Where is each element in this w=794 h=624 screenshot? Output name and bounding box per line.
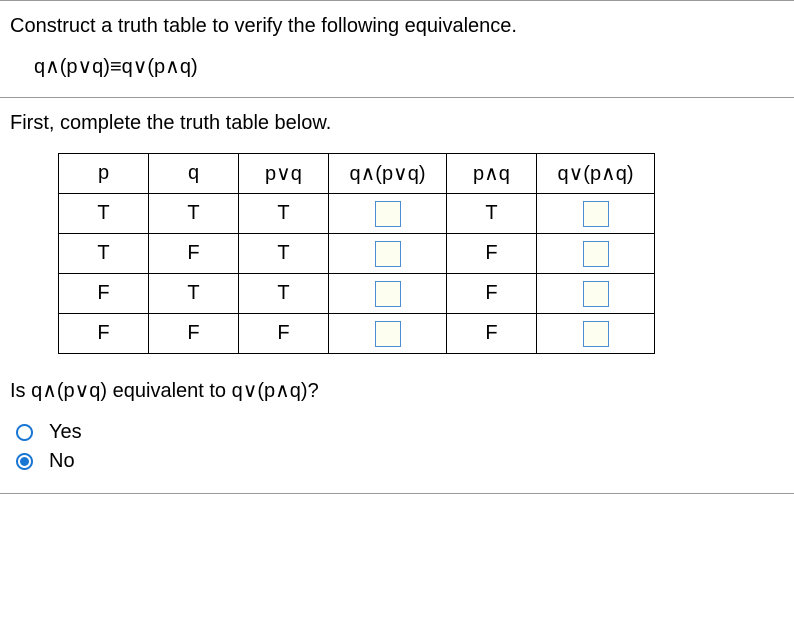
radio-dot-icon	[20, 457, 29, 466]
cell-paq: F	[447, 314, 537, 354]
table-row: T F T F	[59, 234, 655, 274]
truth-input[interactable]	[375, 321, 401, 347]
radio-circle-icon	[16, 424, 33, 441]
cell-pvq: T	[239, 234, 329, 274]
prompt-text: Construct a truth table to verify the fo…	[10, 15, 784, 38]
radio-no-label: No	[49, 450, 75, 473]
truth-input[interactable]	[583, 281, 609, 307]
header-qapvq: q∧(p∨q)	[329, 154, 447, 194]
truth-input[interactable]	[583, 321, 609, 347]
header-paq: p∧q	[447, 154, 537, 194]
header-p: p	[59, 154, 149, 194]
radio-group: Yes No	[10, 421, 784, 473]
cell-q: F	[149, 314, 239, 354]
radio-yes[interactable]: Yes	[10, 421, 784, 444]
radio-yes-label: Yes	[49, 421, 82, 444]
cell-qvpaq-input	[537, 194, 655, 234]
cell-q: T	[149, 274, 239, 314]
cell-qvpaq-input	[537, 234, 655, 274]
cell-paq: T	[447, 194, 537, 234]
radio-no[interactable]: No	[10, 450, 784, 473]
cell-qapvq-input	[329, 274, 447, 314]
table-row: F T T F	[59, 274, 655, 314]
truth-table: p q p∨q q∧(p∨q) p∧q q∨(p∧q) T T T T T F …	[58, 153, 655, 354]
cell-p: F	[59, 274, 149, 314]
radio-circle-icon	[16, 453, 33, 470]
cell-pvq: T	[239, 194, 329, 234]
header-pvq: p∨q	[239, 154, 329, 194]
cell-qvpaq-input	[537, 274, 655, 314]
truth-input[interactable]	[375, 281, 401, 307]
cell-q: F	[149, 234, 239, 274]
cell-paq: F	[447, 234, 537, 274]
header-q: q	[149, 154, 239, 194]
instruction-text: First, complete the truth table below.	[10, 112, 784, 135]
cell-p: T	[59, 234, 149, 274]
cell-pvq: F	[239, 314, 329, 354]
equivalence-expression: q∧(p∨q)≡q∨(p∧q)	[34, 54, 784, 79]
equivalence-question: Is q∧(p∨q) equivalent to q∨(p∧q)?	[10, 378, 784, 403]
truth-input[interactable]	[583, 201, 609, 227]
truth-input[interactable]	[375, 201, 401, 227]
cell-p: T	[59, 194, 149, 234]
cell-qapvq-input	[329, 194, 447, 234]
cell-q: T	[149, 194, 239, 234]
table-header-row: p q p∨q q∧(p∨q) p∧q q∨(p∧q)	[59, 154, 655, 194]
cell-qvpaq-input	[537, 314, 655, 354]
cell-pvq: T	[239, 274, 329, 314]
cell-paq: F	[447, 274, 537, 314]
cell-qapvq-input	[329, 314, 447, 354]
table-row: T T T T	[59, 194, 655, 234]
truth-input[interactable]	[583, 241, 609, 267]
cell-p: F	[59, 314, 149, 354]
truth-input[interactable]	[375, 241, 401, 267]
table-row: F F F F	[59, 314, 655, 354]
header-qvpaq: q∨(p∧q)	[537, 154, 655, 194]
cell-qapvq-input	[329, 234, 447, 274]
